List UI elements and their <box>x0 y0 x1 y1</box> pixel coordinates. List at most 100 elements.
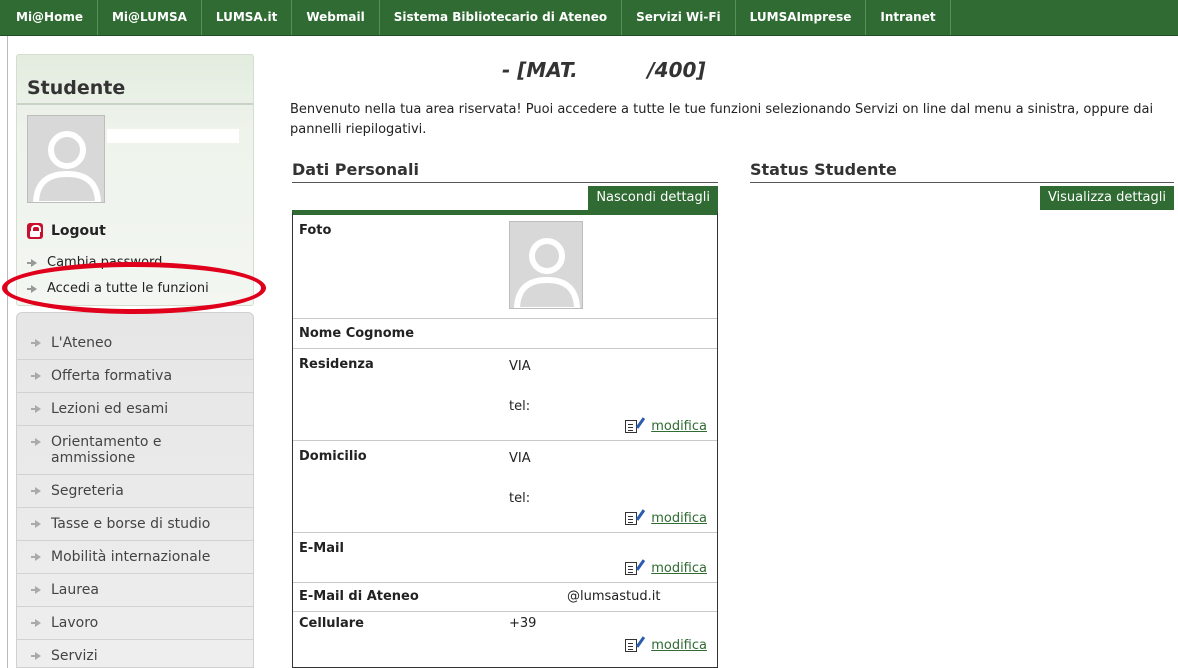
menu-label: Lavoro <box>51 615 99 631</box>
logout-button[interactable]: Logout <box>27 223 106 239</box>
top-navigation: Mi@Home Mi@LUMSA LUMSA.it Webmail Sistem… <box>0 0 1178 36</box>
edit-icon <box>625 562 638 575</box>
edit-icon <box>625 420 638 433</box>
menu-item-segreteria[interactable]: Segreteria <box>17 475 253 508</box>
menu-item-mobilita[interactable]: Mobilità internazionale <box>17 541 253 574</box>
main-content: - [MAT. /400] Benvenuto nella tua area r… <box>290 36 1178 668</box>
edit-cellulare-link[interactable]: modifica <box>625 638 707 653</box>
services-menu: L'Ateneo Offerta formativa Lezioni ed es… <box>16 312 254 668</box>
page-title: - [MAT. /400] <box>502 58 706 82</box>
personal-data-card: Foto Nome Cognome Residenza VIA tel: mod… <box>292 210 718 668</box>
email-label: E-Mail <box>299 541 344 556</box>
menu-item-ateneo[interactable]: L'Ateneo <box>17 327 253 360</box>
student-name-field <box>107 129 239 143</box>
edit-residenza-link[interactable]: modifica <box>625 419 707 434</box>
residenza-label: Residenza <box>299 357 374 372</box>
nav-mi-home[interactable]: Mi@Home <box>0 0 98 35</box>
menu-label: Mobilità internazionale <box>51 549 211 565</box>
residenza-phone: tel: <box>509 399 531 414</box>
edit-icon <box>625 639 638 652</box>
menu-label: Lezioni ed esami <box>51 401 169 417</box>
row-email-ateneo: E-Mail di Ateneo @lumsastud.it <box>293 583 717 612</box>
edit-label: modifica <box>651 561 707 576</box>
dati-personali-title: Dati Personali <box>292 160 419 179</box>
arrow-right-icon <box>31 586 41 594</box>
status-studente-title: Status Studente <box>750 160 897 179</box>
nav-webmail[interactable]: Webmail <box>292 0 380 35</box>
menu-label: L'Ateneo <box>51 335 113 351</box>
menu-item-orientamento[interactable]: Orientamento e ammissione <box>17 426 253 475</box>
menu-item-laurea[interactable]: Laurea <box>17 574 253 607</box>
arrow-right-icon <box>31 487 41 495</box>
dati-personali-rule <box>292 182 718 183</box>
nav-sistema-bibliotecario[interactable]: Sistema Bibliotecario di Ateneo <box>380 0 623 35</box>
menu-item-servizi[interactable]: Servizi <box>17 640 253 668</box>
row-residenza: Residenza VIA tel: modifica <box>293 349 717 441</box>
student-title: Studente <box>27 77 126 99</box>
menu-label: Servizi <box>51 648 98 664</box>
arrow-right-icon <box>31 339 41 347</box>
arrow-right-icon <box>27 284 37 293</box>
edit-icon <box>625 512 638 525</box>
row-email: E-Mail modifica <box>293 533 717 583</box>
status-studente-rule <box>750 182 1174 183</box>
menu-item-offerta-formativa[interactable]: Offerta formativa <box>17 360 253 393</box>
student-panel: Studente Logout Cambia password Accedi a… <box>16 54 254 306</box>
row-foto: Foto <box>293 215 717 319</box>
edit-domicilio-link[interactable]: modifica <box>625 511 707 526</box>
foto-label: Foto <box>299 223 332 238</box>
nav-servizi-wifi[interactable]: Servizi Wi-Fi <box>622 0 736 35</box>
email-ateneo-value: @lumsastud.it <box>567 589 661 604</box>
cellulare-label: Cellulare <box>299 616 364 631</box>
arrow-right-icon <box>27 258 37 267</box>
email-ateneo-label: E-Mail di Ateneo <box>299 589 419 604</box>
domicilio-address: VIA <box>509 451 531 466</box>
nav-mi-lumsa[interactable]: Mi@LUMSA <box>98 0 202 35</box>
menu-label: Offerta formativa <box>51 368 173 384</box>
arrow-right-icon <box>31 520 41 528</box>
all-functions-link[interactable]: Accedi a tutte le funzioni <box>27 281 209 296</box>
student-separator <box>17 103 253 105</box>
arrow-right-icon <box>31 372 41 380</box>
row-cellulare: Cellulare +39 modifica <box>293 612 717 660</box>
cellulare-value: +39 <box>509 616 537 631</box>
arrow-right-icon <box>31 405 41 413</box>
arrow-right-icon <box>31 438 41 446</box>
row-nome-cognome: Nome Cognome <box>293 319 717 349</box>
menu-label: Orientamento e ammissione <box>51 434 162 466</box>
edit-label: modifica <box>651 638 707 653</box>
residenza-address: VIA <box>509 359 531 374</box>
nav-intranet[interactable]: Intranet <box>866 0 951 35</box>
row-domicilio: Domicilio VIA tel: modifica <box>293 441 717 533</box>
edit-email-link[interactable]: modifica <box>625 561 707 576</box>
menu-label: Segreteria <box>51 483 124 499</box>
avatar <box>27 115 105 203</box>
nav-lumsa-imprese[interactable]: LUMSAImprese <box>736 0 867 35</box>
sidebar: Studente Logout Cambia password Accedi a… <box>16 54 254 668</box>
logout-label: Logout <box>51 223 106 239</box>
student-photo <box>509 221 583 309</box>
menu-label: Laurea <box>51 582 99 598</box>
menu-item-lavoro[interactable]: Lavoro <box>17 607 253 640</box>
left-edge <box>0 36 8 668</box>
show-details-button[interactable]: Visualizza dettagli <box>1039 186 1174 210</box>
change-password-label: Cambia password <box>47 255 163 270</box>
menu-label: Tasse e borse di studio <box>51 516 211 532</box>
nav-lumsa-it[interactable]: LUMSA.it <box>202 0 293 35</box>
arrow-right-icon <box>31 553 41 561</box>
domicilio-phone: tel: <box>509 491 531 506</box>
user-silhouette-icon <box>510 222 582 308</box>
menu-item-lezioni-esami[interactable]: Lezioni ed esami <box>17 393 253 426</box>
edit-label: modifica <box>651 511 707 526</box>
arrow-right-icon <box>31 652 41 660</box>
nome-cognome-label: Nome Cognome <box>299 326 415 341</box>
hide-details-button[interactable]: Nascondi dettagli <box>588 186 718 210</box>
change-password-link[interactable]: Cambia password <box>27 255 163 270</box>
user-silhouette-icon <box>28 116 104 202</box>
menu-item-tasse[interactable]: Tasse e borse di studio <box>17 508 253 541</box>
domicilio-label: Domicilio <box>299 449 367 464</box>
arrow-right-icon <box>31 619 41 627</box>
all-functions-label: Accedi a tutte le funzioni <box>47 281 209 296</box>
edit-label: modifica <box>651 419 707 434</box>
lock-icon <box>27 223 43 239</box>
